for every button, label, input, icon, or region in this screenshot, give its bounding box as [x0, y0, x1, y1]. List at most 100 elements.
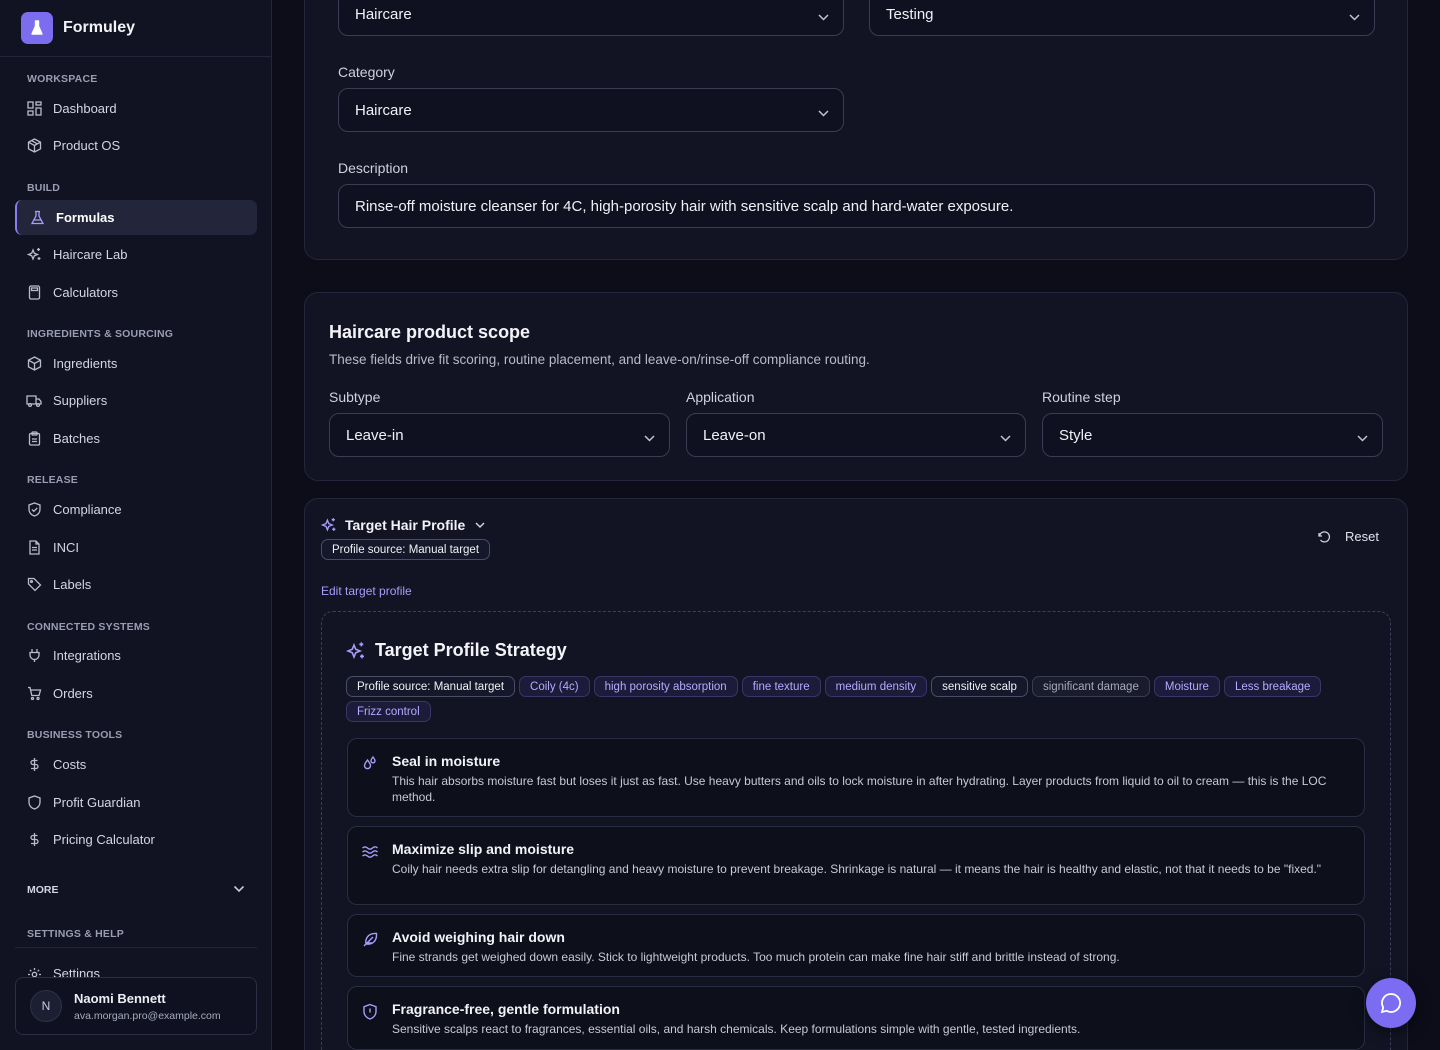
select-value: Style	[1059, 426, 1093, 444]
select-value: Testing	[886, 5, 934, 23]
profile-tag: Frizz control	[346, 701, 431, 722]
select-value: Haircare	[355, 5, 412, 23]
user-email: ava.morgan.pro@example.com	[74, 1009, 221, 1022]
category-label: Category	[338, 64, 395, 80]
sidebar-item-profit-guardian[interactable]: Profit Guardian	[15, 785, 257, 820]
section-release: RELEASE	[27, 474, 78, 486]
shield-icon	[26, 795, 42, 811]
sidebar-item-suppliers[interactable]: Suppliers	[15, 383, 257, 418]
shopping-cart-icon	[26, 686, 42, 702]
reset-button[interactable]: Reset	[1317, 529, 1379, 544]
strategy-tip: Maximize slip and moisture Coily hair ne…	[347, 826, 1365, 905]
sidebar-item-label: Ingredients	[53, 356, 118, 371]
strategy-tip: Avoid weighing hair down Fine strands ge…	[347, 914, 1365, 977]
sidebar-item-orders[interactable]: Orders	[15, 676, 257, 711]
sidebar-item-label: Orders	[53, 686, 93, 701]
profile-tag: significant damage	[1031, 676, 1150, 697]
sidebar-item-product-os[interactable]: Product OS	[15, 128, 257, 163]
chevron-down-icon	[475, 521, 485, 529]
feather-icon	[361, 931, 379, 954]
truck-icon	[26, 393, 42, 409]
section-business: BUSINESS TOOLS	[27, 729, 123, 741]
sidebar-item-label: Costs	[53, 757, 87, 772]
sidebar-item-dashboard[interactable]: Dashboard	[15, 91, 257, 126]
description-input[interactable]: Rinse-off moisture cleanser for 4C, high…	[338, 184, 1375, 228]
category-select[interactable]: Haircare	[338, 88, 844, 132]
tip-body: Fine strands get weighed down easily. St…	[392, 950, 1120, 964]
sidebar-item-label: Integrations	[53, 648, 121, 663]
chevron-down-icon	[233, 884, 245, 896]
application-label: Application	[686, 389, 755, 405]
sidebar-item-integrations[interactable]: Integrations	[15, 638, 257, 673]
profile-tag: Coily (4c)	[519, 676, 590, 697]
section-workspace: WORKSPACE	[27, 73, 98, 85]
sidebar-item-compliance[interactable]: Compliance	[15, 492, 257, 527]
flask-icon	[29, 210, 45, 226]
dollar-icon	[26, 757, 42, 773]
sidebar-item-calculators[interactable]: Calculators	[15, 275, 257, 310]
calculator-icon	[26, 285, 42, 301]
profile-tag: Less breakage	[1223, 676, 1322, 697]
chevron-down-icon	[818, 8, 829, 25]
sidebar-item-label: Product OS	[53, 138, 121, 153]
sparkles-icon	[26, 247, 42, 263]
top-select-left[interactable]: Haircare	[338, 0, 844, 36]
shield-alert-icon	[361, 1003, 379, 1026]
sidebar-item-batches[interactable]: Batches	[15, 421, 257, 456]
routine-step-select[interactable]: Style	[1042, 413, 1383, 457]
message-circle-icon	[1379, 991, 1403, 1015]
plug-icon	[26, 648, 42, 664]
sidebar-item-formulas[interactable]: Formulas	[15, 200, 257, 235]
package-icon	[26, 356, 42, 372]
sidebar-item-haircare-lab[interactable]: Haircare Lab	[15, 237, 257, 272]
sidebar-item-costs[interactable]: Costs	[15, 747, 257, 782]
tip-title: Avoid weighing hair down	[392, 929, 565, 945]
status-select[interactable]: Testing	[869, 0, 1375, 36]
dollar-icon	[26, 832, 42, 848]
sidebar-item-label: Compliance	[53, 502, 122, 517]
chevron-down-icon	[1349, 8, 1360, 25]
user-card[interactable]: N Naomi Bennett ava.morgan.pro@example.c…	[15, 977, 257, 1035]
section-connected: CONNECTED SYSTEMS	[27, 621, 150, 633]
file-text-icon	[26, 540, 42, 556]
application-select[interactable]: Leave-on	[686, 413, 1026, 457]
haircare-scope-card: Haircare product scope These fields driv…	[304, 292, 1408, 481]
brand[interactable]: Formuley	[0, 0, 271, 57]
chat-button[interactable]	[1366, 978, 1416, 1028]
sidebar-item-settings[interactable]: Settings	[15, 957, 257, 979]
tip-body: This hair absorbs moisture fast but lose…	[392, 774, 1327, 804]
more-toggle[interactable]: MORE	[27, 883, 245, 897]
description-label: Description	[338, 160, 409, 176]
clipboard-icon	[26, 431, 42, 447]
profile-tag: Moisture	[1153, 676, 1220, 697]
tip-title: Maximize slip and moisture	[392, 841, 575, 857]
sidebar-item-labels[interactable]: Labels	[15, 567, 257, 602]
sidebar-item-inci[interactable]: INCI	[15, 530, 257, 565]
flask-logo-icon	[21, 12, 53, 44]
edit-target-profile-link[interactable]: Edit target profile	[321, 584, 412, 598]
chevron-down-icon	[1357, 429, 1368, 446]
chevron-down-icon	[644, 429, 655, 446]
tip-title: Fragrance-free, gentle formulation	[392, 1001, 620, 1017]
package-icon	[26, 138, 42, 154]
select-value: Haircare	[355, 101, 412, 119]
sidebar-item-label: Labels	[53, 577, 92, 592]
select-value: Leave-in	[346, 426, 404, 444]
sidebar-item-label: INCI	[53, 540, 79, 555]
profile-tags: Profile source: Manual target Coily (4c) h…	[346, 676, 1346, 726]
sidebar-item-pricing-calculator[interactable]: Pricing Calculator	[15, 822, 257, 857]
sidebar-item-ingredients[interactable]: Ingredients	[15, 346, 257, 381]
subtype-select[interactable]: Leave-in	[329, 413, 670, 457]
more-label: MORE	[27, 884, 59, 896]
select-value: Leave-on	[703, 426, 766, 444]
section-build: BUILD	[27, 182, 61, 194]
profile-header-toggle[interactable]: Target Hair Profile	[321, 517, 485, 533]
subtype-label: Subtype	[329, 389, 381, 405]
section-settings-help: SETTINGS & HELP	[27, 928, 124, 940]
profile-tag: high porosity absorption	[593, 676, 738, 697]
description-value: Rinse-off moisture cleanser for 4C, high…	[355, 197, 1014, 215]
avatar: N	[30, 990, 62, 1022]
reset-label: Reset	[1345, 529, 1379, 544]
strategy-tip: Fragrance-free, gentle formulation Sensi…	[347, 986, 1365, 1050]
tag-icon	[26, 577, 42, 593]
